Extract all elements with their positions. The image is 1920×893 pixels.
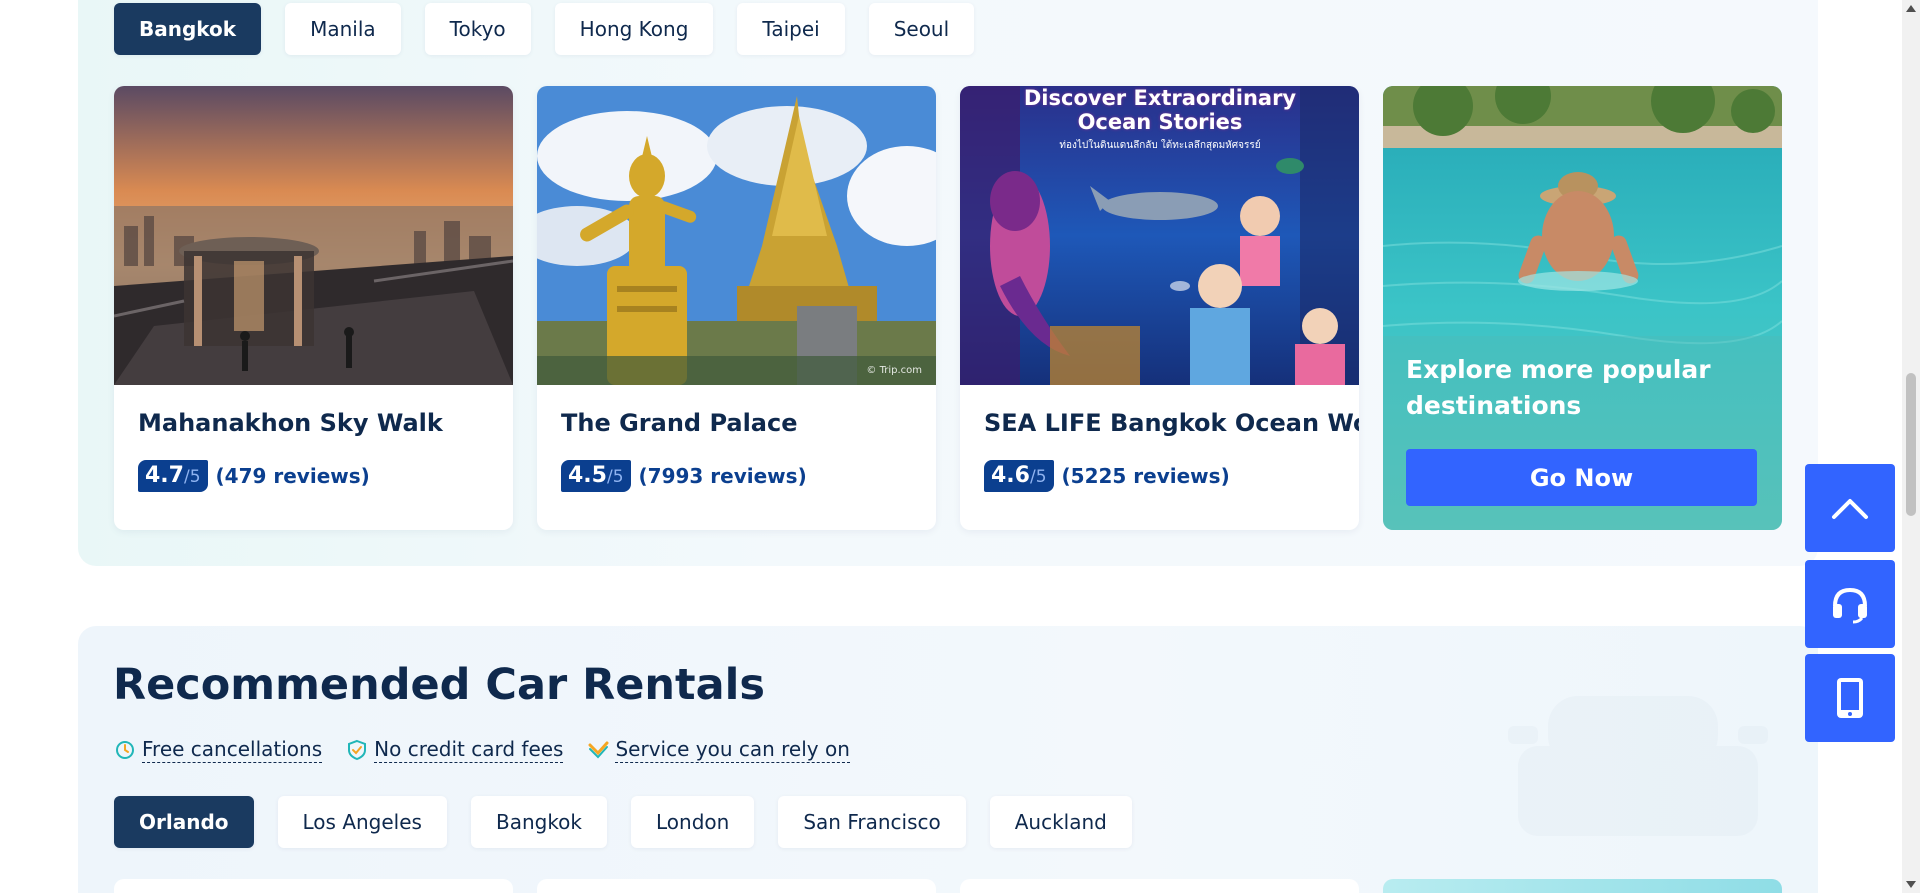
go-now-button[interactable]: Go Now (1406, 449, 1757, 506)
rating-out-of: /5 (606, 467, 624, 487)
check-badge-icon (588, 741, 609, 759)
tab-orlando[interactable]: Orlando (114, 796, 254, 848)
tab-taipei[interactable]: Taipei (737, 3, 845, 55)
review-count: (5225 reviews) (1061, 464, 1230, 488)
rating-out-of: /5 (183, 467, 201, 487)
rating-row: 4.6 /5 (5225 reviews) (984, 460, 1230, 492)
tab-london[interactable]: London (631, 796, 755, 848)
tab-seoul[interactable]: Seoul (868, 3, 975, 55)
tab-auckland[interactable]: Auckland (989, 796, 1132, 848)
rating-out-of: /5 (1029, 467, 1047, 487)
promo-text: Explore more popular destinations (1406, 355, 1711, 420)
clock-check-icon (116, 741, 134, 759)
attraction-image-sea-life: Discover Extraordinary Ocean Stories ท่อ… (960, 86, 1359, 385)
shield-check-icon (348, 739, 367, 761)
page: Bangkok Manila Tokyo Hong Kong Taipei Se… (0, 0, 1920, 893)
feature-free-cancellations: Free cancellations (114, 737, 323, 763)
rating-row: 4.7 /5 (479 reviews) (138, 460, 370, 492)
attraction-title: The Grand Palace (561, 409, 798, 437)
app-download-button[interactable] (1805, 654, 1895, 742)
tab-bangkok[interactable]: Bangkok (470, 796, 608, 848)
tab-san-francisco[interactable]: San Francisco (778, 796, 966, 848)
car-rental-features: Free cancellations No credit card fees S… (114, 737, 850, 763)
feature-label[interactable]: Free cancellations (142, 737, 323, 763)
rating-badge: 4.6 /5 (984, 460, 1054, 492)
explore-more-promo-card: Explore more popular destinations Go Now (1383, 86, 1782, 530)
review-count: (7993 reviews) (638, 464, 807, 488)
attractions-city-tabs: Bangkok Manila Tokyo Hong Kong Taipei Se… (114, 3, 975, 55)
tab-bangkok[interactable]: Bangkok (114, 3, 262, 55)
tab-manila[interactable]: Manila (285, 3, 401, 55)
tab-los-angeles[interactable]: Los Angeles (277, 796, 447, 848)
attraction-card-sea-life[interactable]: Discover Extraordinary Ocean Stories ท่อ… (960, 86, 1359, 530)
car-rentals-title: Recommended Car Rentals (113, 660, 765, 710)
back-to-top-button[interactable] (1805, 464, 1895, 552)
attraction-title: SEA LIFE Bangkok Ocean World (984, 409, 1359, 437)
rating-score: 4.7 (145, 463, 184, 488)
feature-label[interactable]: Service you can rely on (615, 737, 850, 763)
image-subline: ท่องไปในดินแดนลึกลับ ใต้ทะเลลึกสุดมหัศจร… (1059, 140, 1261, 151)
car-decoration-icon (1508, 696, 1768, 836)
attraction-image-grand-palace: © Trip.com (537, 86, 936, 385)
car-rental-city-tabs: Orlando Los Angeles Bangkok London San F… (114, 796, 1132, 848)
customer-support-button[interactable] (1805, 560, 1895, 648)
car-rental-card[interactable] (960, 879, 1359, 893)
image-credit: © Trip.com (866, 365, 922, 376)
feature-service-reliable: Service you can rely on (587, 737, 850, 763)
image-headline: Discover Extraordinary Ocean Stories (1023, 86, 1297, 134)
rating-score: 4.5 (568, 463, 607, 488)
page-scrollbar[interactable] (1902, 0, 1920, 893)
attraction-card-mahanakhon[interactable]: Mahanakhon Sky Walk 4.7 /5 (479 reviews) (114, 86, 513, 530)
rating-badge: 4.5 /5 (561, 460, 631, 492)
scrollbar-thumb[interactable] (1906, 373, 1916, 516)
tab-tokyo[interactable]: Tokyo (424, 3, 531, 55)
headset-icon (1833, 587, 1867, 624)
car-rental-promo-card[interactable] (1383, 879, 1782, 893)
feature-label[interactable]: No credit card fees (374, 737, 564, 763)
scroll-up-arrow-icon[interactable] (1905, 4, 1917, 14)
review-count: (479 reviews) (215, 464, 370, 488)
rating-row: 4.5 /5 (7993 reviews) (561, 460, 807, 492)
scroll-down-arrow-icon[interactable] (1905, 879, 1917, 889)
chevron-up-icon (1832, 499, 1868, 519)
mobile-phone-icon (1837, 678, 1863, 718)
car-rental-card[interactable] (114, 879, 513, 893)
attraction-image-mahanakhon (114, 86, 513, 385)
attraction-title: Mahanakhon Sky Walk (138, 409, 443, 437)
tab-hong-kong[interactable]: Hong Kong (554, 3, 714, 55)
attraction-card-grand-palace[interactable]: © Trip.com The Grand Palace 4.5 /5 (7993… (537, 86, 936, 530)
feature-no-credit-card-fees: No credit card fees (346, 737, 564, 763)
rating-badge: 4.7 /5 (138, 460, 208, 492)
car-rental-card[interactable] (537, 879, 936, 893)
rating-score: 4.6 (991, 463, 1030, 488)
